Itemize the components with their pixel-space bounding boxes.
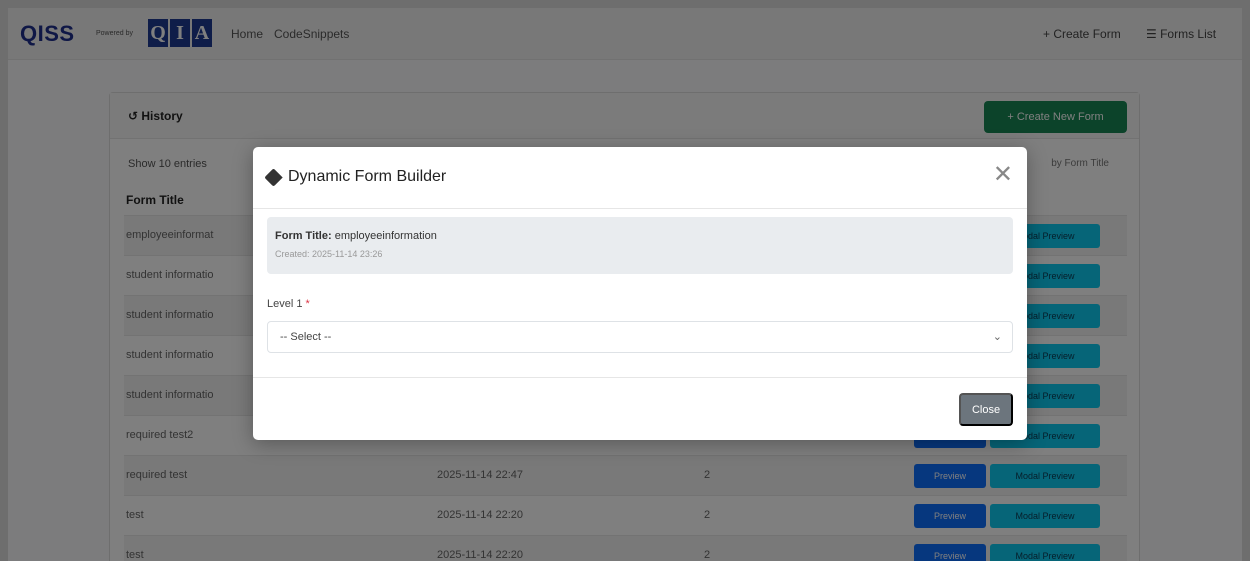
page: QISS Powered by Q I A Home CodeSnippets … <box>8 8 1242 561</box>
form-title-line: Form Title: employeeinformation <box>275 230 437 242</box>
form-title-value: employeeinformation <box>334 230 437 242</box>
close-icon[interactable]: ✕ <box>993 163 1013 187</box>
form-title-label: Form Title: <box>275 230 332 242</box>
modal-footer: Close <box>253 377 1027 440</box>
form-created-text: Created: 2025-11-14 23:26 <box>275 249 383 259</box>
close-button[interactable]: Close <box>959 393 1013 426</box>
form-builder-modal: Dynamic Form Builder ✕ Form Title: emplo… <box>253 147 1027 440</box>
level-1-label-text: Level 1 <box>267 298 303 310</box>
select-value: -- Select -- <box>280 331 332 343</box>
level-1-label: Level 1 * <box>267 298 310 310</box>
modal-title-text: Dynamic Form Builder <box>288 168 447 185</box>
level-1-select[interactable]: -- Select -- ⌄ <box>267 321 1013 353</box>
modal-header: Dynamic Form Builder ✕ <box>253 147 1027 209</box>
modal-title: Dynamic Form Builder <box>264 167 447 187</box>
chevron-down-icon: ⌄ <box>992 331 1002 343</box>
tags-icon <box>264 167 283 187</box>
form-info-box: Form Title: employeeinformation Created:… <box>267 217 1013 274</box>
required-mark: * <box>305 298 310 310</box>
